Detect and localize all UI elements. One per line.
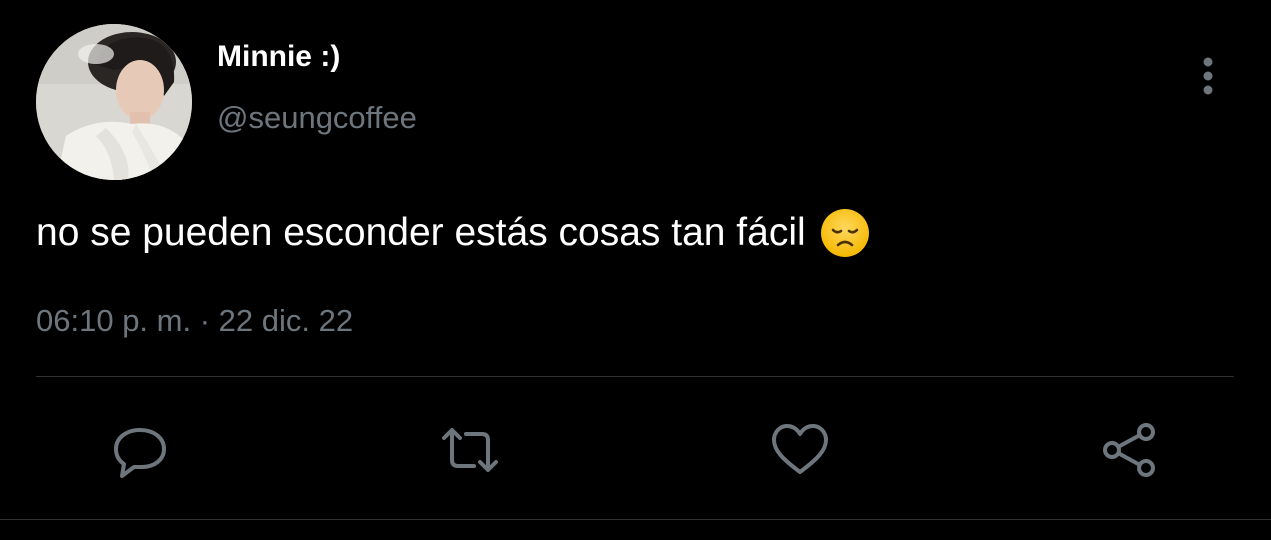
tweet-time: 06:10 p. m. xyxy=(36,303,192,338)
vertical-dots-icon xyxy=(1203,57,1213,95)
username-handle[interactable]: @seungcoffee xyxy=(217,100,417,136)
divider xyxy=(36,376,1234,377)
divider xyxy=(0,519,1271,520)
share-button[interactable] xyxy=(1100,420,1160,480)
tweet-text: no se pueden esconder estás cosas tan fá… xyxy=(36,211,806,254)
retweet-icon xyxy=(442,428,498,472)
retweet-button[interactable] xyxy=(440,420,500,480)
avatar[interactable] xyxy=(36,24,192,180)
disappointed-face-icon xyxy=(820,208,870,258)
timestamp-separator: · xyxy=(199,303,211,338)
like-icon xyxy=(772,424,828,474)
share-icon xyxy=(1103,423,1155,477)
reply-button[interactable] xyxy=(110,420,170,480)
more-options-button[interactable] xyxy=(1190,54,1226,98)
display-name[interactable]: Minnie :) xyxy=(217,40,340,74)
reply-icon xyxy=(114,428,166,478)
tweet-body: no se pueden esconder estás cosas tan fá… xyxy=(36,208,870,258)
profile-photo xyxy=(36,24,192,180)
like-button[interactable] xyxy=(770,420,830,480)
tweet-timestamp: 06:10 p. m. · 22 dic. 22 xyxy=(36,303,353,339)
tweet-date: 22 dic. 22 xyxy=(218,303,354,338)
